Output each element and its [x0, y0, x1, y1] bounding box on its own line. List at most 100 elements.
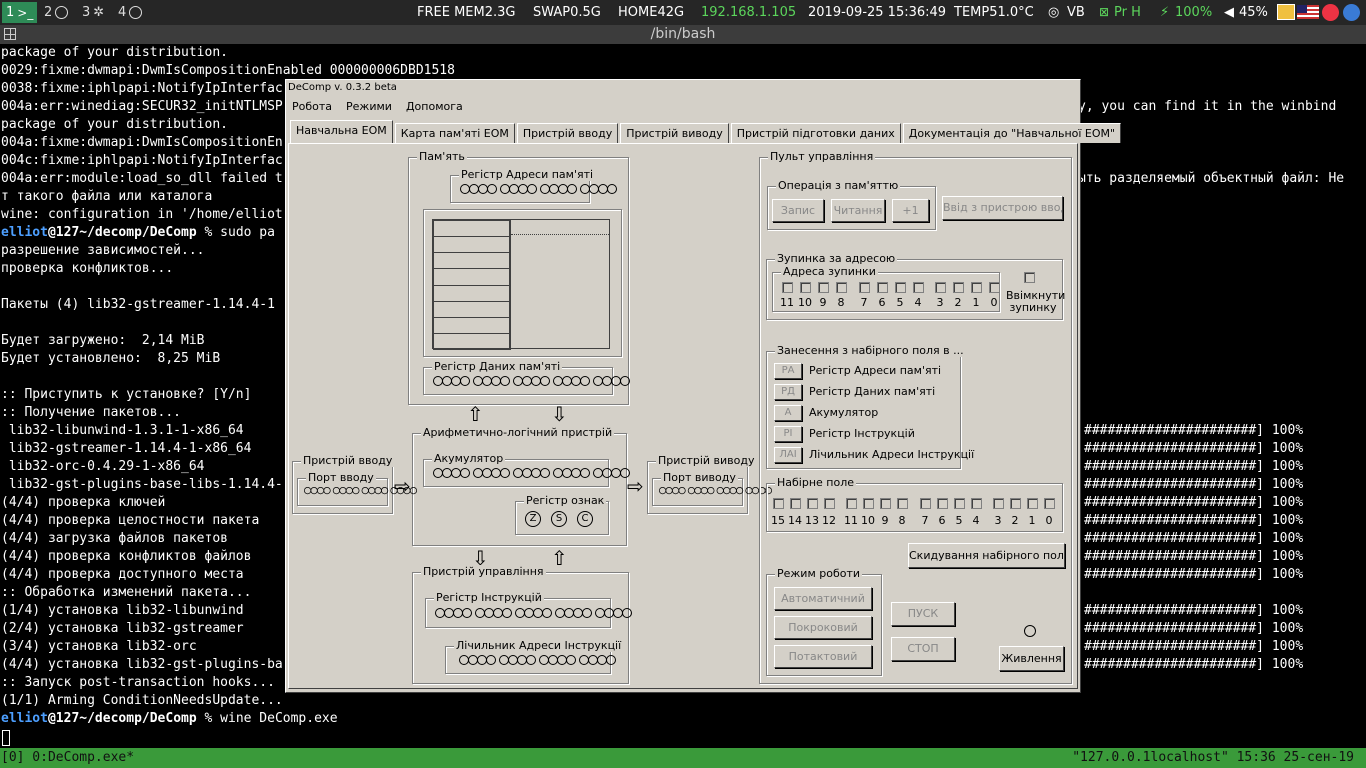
load-button-2[interactable]: А	[774, 405, 802, 421]
terminal-line: package of your distribution.	[1, 117, 228, 132]
prompt-user: elliot	[1, 711, 48, 726]
stop-bit-checkbox-1[interactable]	[971, 282, 982, 293]
field-bit-checkbox-11[interactable]	[846, 498, 857, 509]
tab-4[interactable]: Пристрій підготовки даних	[730, 123, 901, 143]
terminal-line: package of your distribution.	[1, 45, 228, 60]
memory-table-frame	[423, 209, 622, 357]
field-bit-checkbox-4[interactable]	[971, 498, 982, 509]
stop-button[interactable]: СТОП	[891, 637, 955, 661]
stop-bit-checkbox-0[interactable]	[989, 282, 1000, 293]
start-button[interactable]: ПУСК	[891, 602, 955, 626]
power-button[interactable]: Живлення	[999, 646, 1064, 671]
field-bit-checkbox-12[interactable]	[824, 498, 835, 509]
field-bit-checkbox-2[interactable]	[1010, 498, 1021, 509]
menu-0[interactable]: Робота	[292, 100, 332, 113]
terminal-line-overflow: ######################] 100%	[1084, 567, 1304, 582]
load-button-0[interactable]: РА	[774, 363, 802, 379]
memory-dotted	[511, 234, 609, 235]
step-mode-button[interactable]: Покроковий	[774, 616, 872, 639]
terminal-line-overflow: ######################] 100%	[1084, 459, 1304, 474]
auto-mode-button[interactable]: Автоматичний	[774, 587, 872, 610]
memory-row[interactable]	[433, 333, 511, 351]
bit-led	[409, 487, 418, 495]
menu-1[interactable]: Режими	[346, 100, 392, 113]
memory-table[interactable]	[432, 219, 610, 351]
workspace-1[interactable]: 1 >_	[2, 2, 38, 23]
enable-stop-checkbox[interactable]	[1024, 272, 1035, 283]
memory-row[interactable]	[433, 268, 511, 286]
tab-2[interactable]: Пристрій вводу	[516, 123, 619, 143]
load-button-1[interactable]: РД	[774, 384, 802, 400]
terminal-line: Будет установлено: 8,25 MiB	[1, 351, 221, 366]
field-bit-checkbox-13[interactable]	[807, 498, 818, 509]
record-icon: ◎	[1048, 5, 1060, 20]
field-bit-checkbox-0[interactable]	[1044, 498, 1055, 509]
address-stop-group-label: Зупинка за адресою	[775, 252, 898, 265]
workspace-3[interactable]: 3 ✲	[78, 2, 108, 23]
menu-2[interactable]: Допомога	[406, 100, 463, 113]
tab-5[interactable]: Документація до "Навчальної ЕОМ"	[902, 123, 1122, 143]
read-button[interactable]: Читання	[831, 199, 885, 222]
decomp-window[interactable]: DeComp v. 0.3.2 beta Робота Режими Допомог…	[285, 79, 1122, 693]
stop-bit-checkbox-5[interactable]	[895, 282, 906, 293]
tab-3[interactable]: Пристрій виводу	[620, 123, 729, 143]
topbar-freemem: FREE MEM2.3G	[417, 5, 516, 20]
field-bit-checkbox-5[interactable]	[954, 498, 965, 509]
workspace-4[interactable]: 4	[114, 2, 146, 23]
field-bit-checkbox-9[interactable]	[880, 498, 891, 509]
terminal-title: /bin/bash	[650, 26, 716, 42]
field-bit-checkbox-14[interactable]	[790, 498, 801, 509]
memory-row[interactable]	[433, 284, 511, 302]
field-bit-label-1: 1	[1028, 514, 1036, 527]
telegram-icon[interactable]	[1322, 4, 1339, 21]
stop-bit-checkbox-9[interactable]	[818, 282, 829, 293]
memory-row[interactable]	[433, 301, 511, 318]
layout-grid-icon[interactable]	[4, 28, 16, 40]
write-button[interactable]: Запис	[772, 199, 824, 222]
bit-led	[460, 468, 470, 478]
stop-bit-checkbox-10[interactable]	[800, 282, 811, 293]
memory-row[interactable]	[433, 252, 511, 270]
stop-bit-label-11: 11	[780, 296, 794, 309]
stop-bit-checkbox-8[interactable]	[836, 282, 847, 293]
us-flag-icon[interactable]	[1297, 5, 1319, 19]
field-bit-checkbox-10[interactable]	[863, 498, 874, 509]
stop-bit-checkbox-11[interactable]	[782, 282, 793, 293]
bit-led	[540, 468, 550, 478]
load-button-4[interactable]: ЛАІ	[774, 447, 802, 463]
memory-row[interactable]	[433, 317, 511, 335]
stop-bit-checkbox-4[interactable]	[913, 282, 924, 293]
output-port[interactable]: Порт виводу	[652, 471, 773, 506]
load-label-4: Лічильник Адреси Інструкції	[809, 448, 975, 461]
reset-field-button[interactable]: Скидування набірного поля	[908, 543, 1065, 568]
load-button-3[interactable]: РІ	[774, 426, 802, 442]
tray-window-icon[interactable]	[1277, 4, 1295, 20]
load-label-2: Акумулятор	[809, 406, 879, 419]
field-bit-checkbox-7[interactable]	[920, 498, 931, 509]
field-bit-label-8: 8	[898, 514, 906, 527]
tab-0[interactable]: Навчальна ЕОМ	[290, 120, 393, 143]
increment-button[interactable]: +1	[892, 199, 929, 222]
memory-row[interactable]	[433, 236, 511, 254]
memory-row[interactable]	[433, 220, 511, 237]
instruction-register-label: Регістр Інструкцій	[434, 591, 544, 604]
stop-bit-checkbox-2[interactable]	[953, 282, 964, 293]
field-bit-checkbox-6[interactable]	[937, 498, 948, 509]
chat-icon	[129, 6, 143, 19]
input-port[interactable]: Порт вводу	[297, 471, 418, 506]
tab-1[interactable]: Карта пам'яті ЕОМ	[394, 123, 515, 143]
field-bit-checkbox-1[interactable]	[1027, 498, 1038, 509]
program-counter: Лічильник Адреси Інструкції	[445, 639, 624, 674]
tact-mode-button[interactable]: Потактовий	[774, 645, 872, 668]
field-bit-checkbox-15[interactable]	[773, 498, 784, 509]
qbittorrent-icon[interactable]	[1343, 4, 1360, 21]
stop-bit-checkbox-3[interactable]	[935, 282, 946, 293]
stop-bit-checkbox-7[interactable]	[859, 282, 870, 293]
field-bit-checkbox-3[interactable]	[993, 498, 1004, 509]
tmux-window-label: [0] 0:DeComp.exe*	[1, 750, 135, 765]
field-bit-checkbox-8[interactable]	[897, 498, 908, 509]
workspace-2[interactable]: 2	[40, 2, 72, 23]
flags-label: Регістр ознак	[524, 494, 607, 507]
input-from-device-button[interactable]: Ввід з пристрою вводу	[942, 196, 1063, 220]
stop-bit-checkbox-6[interactable]	[877, 282, 888, 293]
